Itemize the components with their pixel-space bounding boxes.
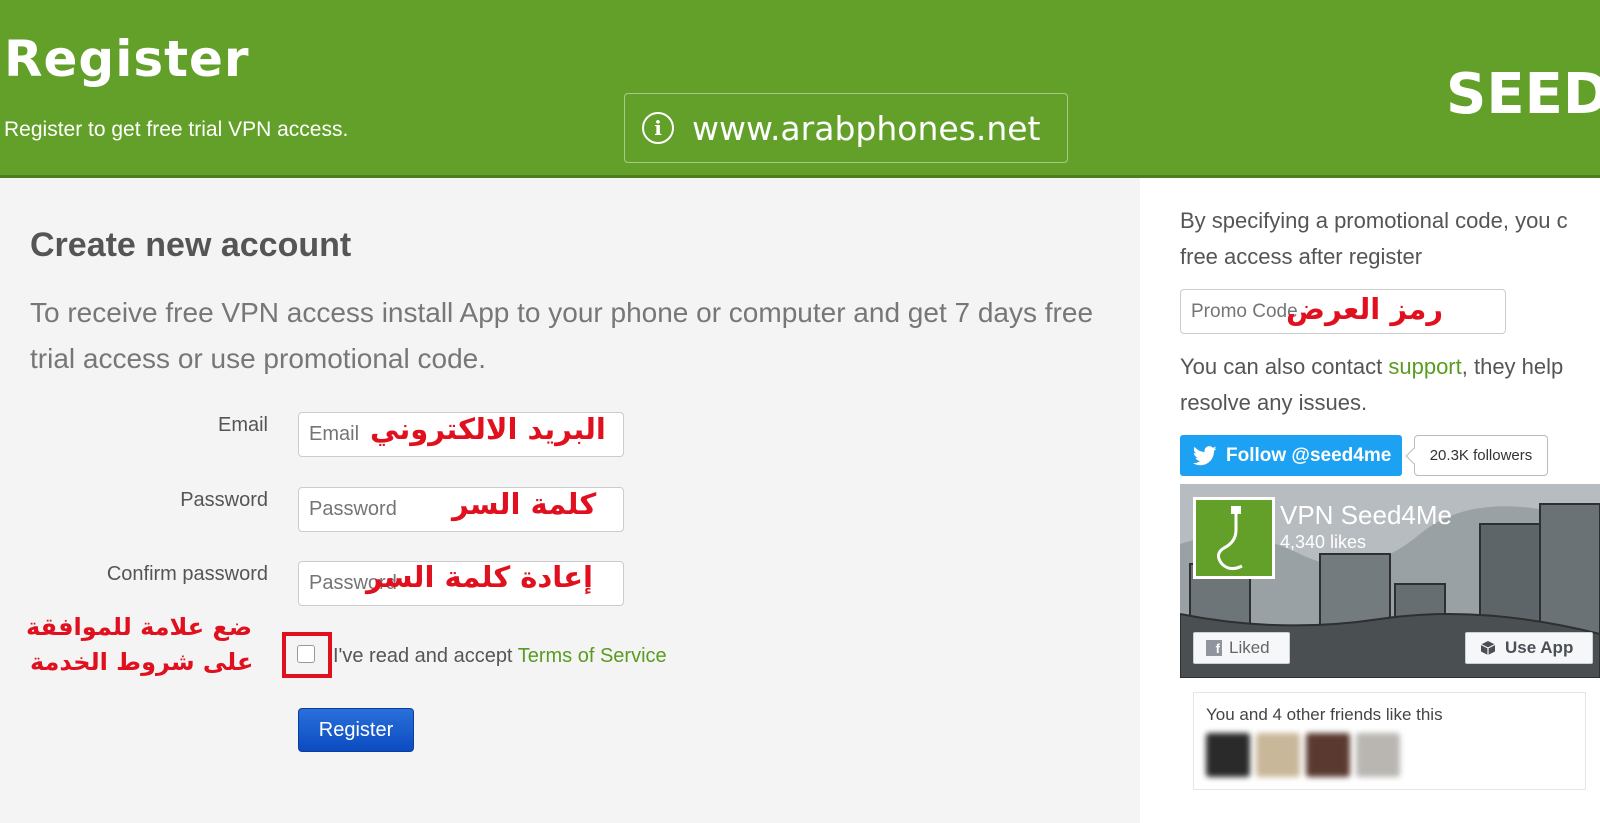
contact-prefix: You can also contact bbox=[1180, 354, 1383, 379]
facebook-page-name[interactable]: VPN Seed4Me bbox=[1280, 500, 1452, 531]
confirm-password-label: Confirm password bbox=[106, 563, 268, 585]
password-arabic-annotation: كلمة السر bbox=[452, 487, 597, 521]
form-heading: Create new account bbox=[30, 226, 352, 264]
watermark-text: www.arabphones.net bbox=[692, 108, 1041, 148]
facebook-likes-count: 4,340 likes bbox=[1280, 532, 1367, 552]
form-intro: To receive free VPN access install App t… bbox=[30, 297, 1094, 374]
terms-text: I've read and accept Terms of Service bbox=[333, 645, 667, 668]
facebook-liked-label: Liked bbox=[1229, 638, 1270, 657]
page-title: Register bbox=[4, 30, 250, 88]
facebook-page-avatar[interactable] bbox=[1193, 497, 1275, 579]
friend-avatar[interactable] bbox=[1206, 733, 1250, 777]
facebook-friends-box: You and 4 other friends like this bbox=[1193, 692, 1586, 790]
terms-checkbox[interactable] bbox=[297, 645, 315, 663]
email-label: Email bbox=[217, 414, 268, 436]
terms-of-service-link[interactable]: Terms of Service bbox=[518, 645, 667, 667]
promo-arabic-annotation: رمز العرض bbox=[1286, 292, 1444, 326]
brand-logo[interactable]: SEED4 bbox=[1446, 62, 1600, 127]
support-link[interactable]: support bbox=[1388, 354, 1461, 379]
twitter-follower-count[interactable]: 20.3K followers bbox=[1414, 435, 1548, 476]
friend-avatar[interactable] bbox=[1356, 733, 1400, 777]
watermark-badge: i www.arabphones.net bbox=[624, 93, 1068, 163]
info-icon: i bbox=[642, 112, 674, 144]
twitter-follow-label: Follow @seed4me bbox=[1226, 444, 1392, 466]
password-label: Password bbox=[180, 489, 268, 511]
facebook-f-icon: f bbox=[1206, 640, 1222, 656]
confirm-password-arabic-annotation: إعادة كلمة السر bbox=[366, 560, 593, 594]
register-button[interactable]: Register bbox=[298, 708, 414, 752]
terms-arabic-annotation-line2: على شروط الخدمة bbox=[30, 648, 254, 676]
twitter-bird-icon bbox=[1193, 445, 1217, 465]
page-header: Register Register to get free trial VPN … bbox=[0, 0, 1600, 178]
cable-logo-icon bbox=[1217, 506, 1243, 571]
facebook-use-app-button[interactable]: Use App bbox=[1465, 632, 1593, 664]
terms-prefix: I've read and accept bbox=[333, 645, 513, 667]
friend-avatar[interactable] bbox=[1306, 733, 1350, 777]
terms-arabic-annotation-line1: ضع علامة للموافقة bbox=[26, 613, 253, 641]
contact-suffix: , they help bbox=[1461, 354, 1564, 379]
facebook-liked-button[interactable]: f Liked bbox=[1193, 632, 1290, 664]
cube-icon bbox=[1480, 641, 1496, 655]
contact-text-line2: resolve any issues. bbox=[1180, 390, 1368, 415]
twitter-follow-button[interactable]: Follow @seed4me bbox=[1180, 435, 1402, 476]
promo-description-line2: free access after register bbox=[1180, 244, 1423, 269]
contact-text-line1: You can also contact support, they help bbox=[1180, 349, 1563, 385]
promo-description-line1: By specifying a promotional code, you c bbox=[1180, 208, 1568, 233]
facebook-friends-text: You and 4 other friends like this bbox=[1206, 705, 1443, 724]
page-subtitle: Register to get free trial VPN access. bbox=[4, 118, 349, 141]
friend-avatar[interactable] bbox=[1256, 733, 1300, 777]
facebook-use-app-label: Use App bbox=[1505, 638, 1574, 657]
email-arabic-annotation: البريد الالكتروني bbox=[370, 412, 606, 446]
